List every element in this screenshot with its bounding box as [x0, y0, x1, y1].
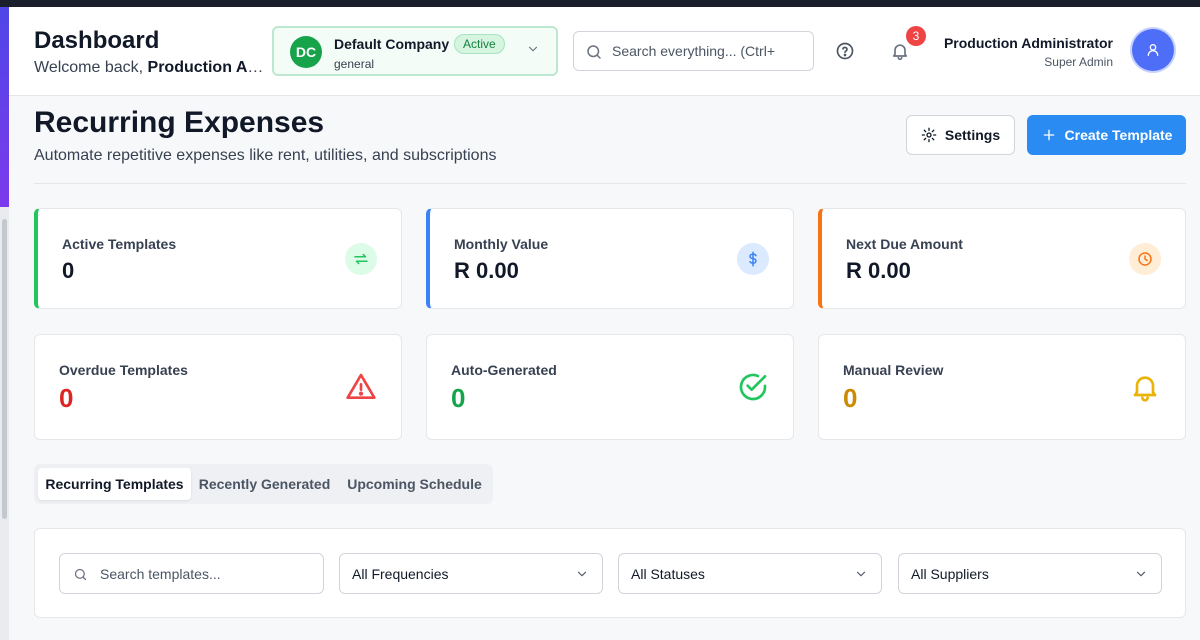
- stat-label: Active Templates: [62, 236, 177, 252]
- stat-value: R 0.00: [846, 258, 911, 283]
- stat-card-auto-generated: Auto-Generated 0: [426, 334, 794, 440]
- tab-bar: Recurring Templates Recently Generated U…: [34, 464, 493, 504]
- notifications-bell-icon[interactable]: [890, 40, 910, 62]
- company-avatar: DC: [290, 36, 322, 68]
- chevron-down-icon: [1136, 571, 1146, 577]
- chevron-down-icon: [577, 571, 587, 577]
- header-divider: [34, 183, 1186, 184]
- check-circle-icon: [739, 373, 767, 401]
- notification-count-badge: 3: [906, 26, 926, 46]
- frequency-select[interactable]: All Frequencies: [339, 553, 603, 594]
- stat-card-overdue-templates: Overdue Templates 0: [34, 334, 402, 440]
- window-top-bar: [0, 0, 1200, 7]
- create-template-button[interactable]: Create Template: [1027, 115, 1186, 155]
- settings-button[interactable]: Settings: [906, 115, 1015, 155]
- page-title: Recurring Expenses: [34, 106, 325, 139]
- supplier-select[interactable]: All Suppliers: [898, 553, 1162, 594]
- scrollbar-thumb[interactable]: [2, 219, 7, 519]
- template-search-input[interactable]: [100, 554, 320, 593]
- supplier-select-value: All Suppliers: [911, 566, 989, 582]
- template-search[interactable]: [59, 553, 324, 594]
- page-subtitle: Automate repetitive expenses like rent, …: [34, 147, 497, 164]
- sidebar-edge: [0, 7, 9, 640]
- header-title: Dashboard: [34, 27, 160, 54]
- help-icon[interactable]: [835, 41, 855, 61]
- company-switcher[interactable]: DC Default Company Active general: [272, 26, 558, 76]
- top-header: Dashboard Welcome back, Production Ad...…: [9, 7, 1200, 96]
- settings-label: Settings: [944, 127, 1001, 143]
- tab-recently-generated[interactable]: Recently Generated: [191, 468, 338, 500]
- stat-value: 0: [843, 383, 858, 413]
- sidebar-gradient: [0, 7, 9, 207]
- bell-icon: [1133, 376, 1157, 402]
- status-select[interactable]: All Statuses: [618, 553, 882, 594]
- company-status-badge: Active: [454, 34, 505, 54]
- welcome-user-name: Production Ad...: [147, 59, 264, 76]
- search-icon: [74, 568, 87, 581]
- company-name: Default Company: [334, 36, 450, 52]
- global-search-input[interactable]: [612, 32, 812, 70]
- chevron-down-icon: [528, 46, 538, 52]
- plus-icon: [1043, 129, 1054, 141]
- company-subtitle: general: [334, 57, 375, 71]
- frequency-select-value: All Frequencies: [352, 566, 449, 582]
- stat-label: Monthly Value: [454, 236, 549, 252]
- search-icon: [587, 45, 601, 59]
- dollar-icon: [737, 243, 769, 275]
- user-icon: [1147, 44, 1159, 56]
- user-role: Super Admin: [1044, 55, 1113, 69]
- clock-icon: [1129, 243, 1161, 275]
- stat-card-monthly-value: Monthly Value R 0.00: [426, 208, 794, 309]
- welcome-message: Welcome back, Production Ad...: [34, 59, 264, 77]
- status-select-value: All Statuses: [631, 566, 705, 582]
- stat-card-manual-review: Manual Review 0: [818, 334, 1186, 440]
- repeat-icon: [345, 243, 377, 275]
- stat-label: Overdue Templates: [59, 362, 188, 378]
- stat-card-active-templates: Active Templates 0: [34, 208, 402, 309]
- stat-value: R 0.00: [454, 258, 519, 283]
- create-template-label: Create Template: [1064, 127, 1173, 143]
- stat-value: 0: [451, 383, 466, 413]
- stat-label: Manual Review: [843, 362, 944, 378]
- filter-panel: All Frequencies All Statuses All Supplie…: [34, 528, 1186, 618]
- tab-upcoming-schedule[interactable]: Upcoming Schedule: [338, 468, 491, 500]
- tab-recurring-templates[interactable]: Recurring Templates: [38, 468, 191, 500]
- stat-label: Next Due Amount: [846, 236, 963, 252]
- alert-triangle-icon: [346, 373, 376, 399]
- stat-card-next-due-amount: Next Due Amount R 0.00: [818, 208, 1186, 309]
- stat-value: 0: [62, 258, 75, 283]
- user-name: Production Administrator: [943, 35, 1113, 51]
- welcome-prefix: Welcome back,: [34, 59, 148, 76]
- global-search[interactable]: [573, 31, 814, 71]
- user-avatar[interactable]: [1132, 29, 1174, 71]
- gear-icon: [921, 127, 937, 143]
- stat-value: 0: [59, 383, 74, 413]
- chevron-down-icon: [856, 571, 866, 577]
- stat-label: Auto-Generated: [451, 362, 557, 378]
